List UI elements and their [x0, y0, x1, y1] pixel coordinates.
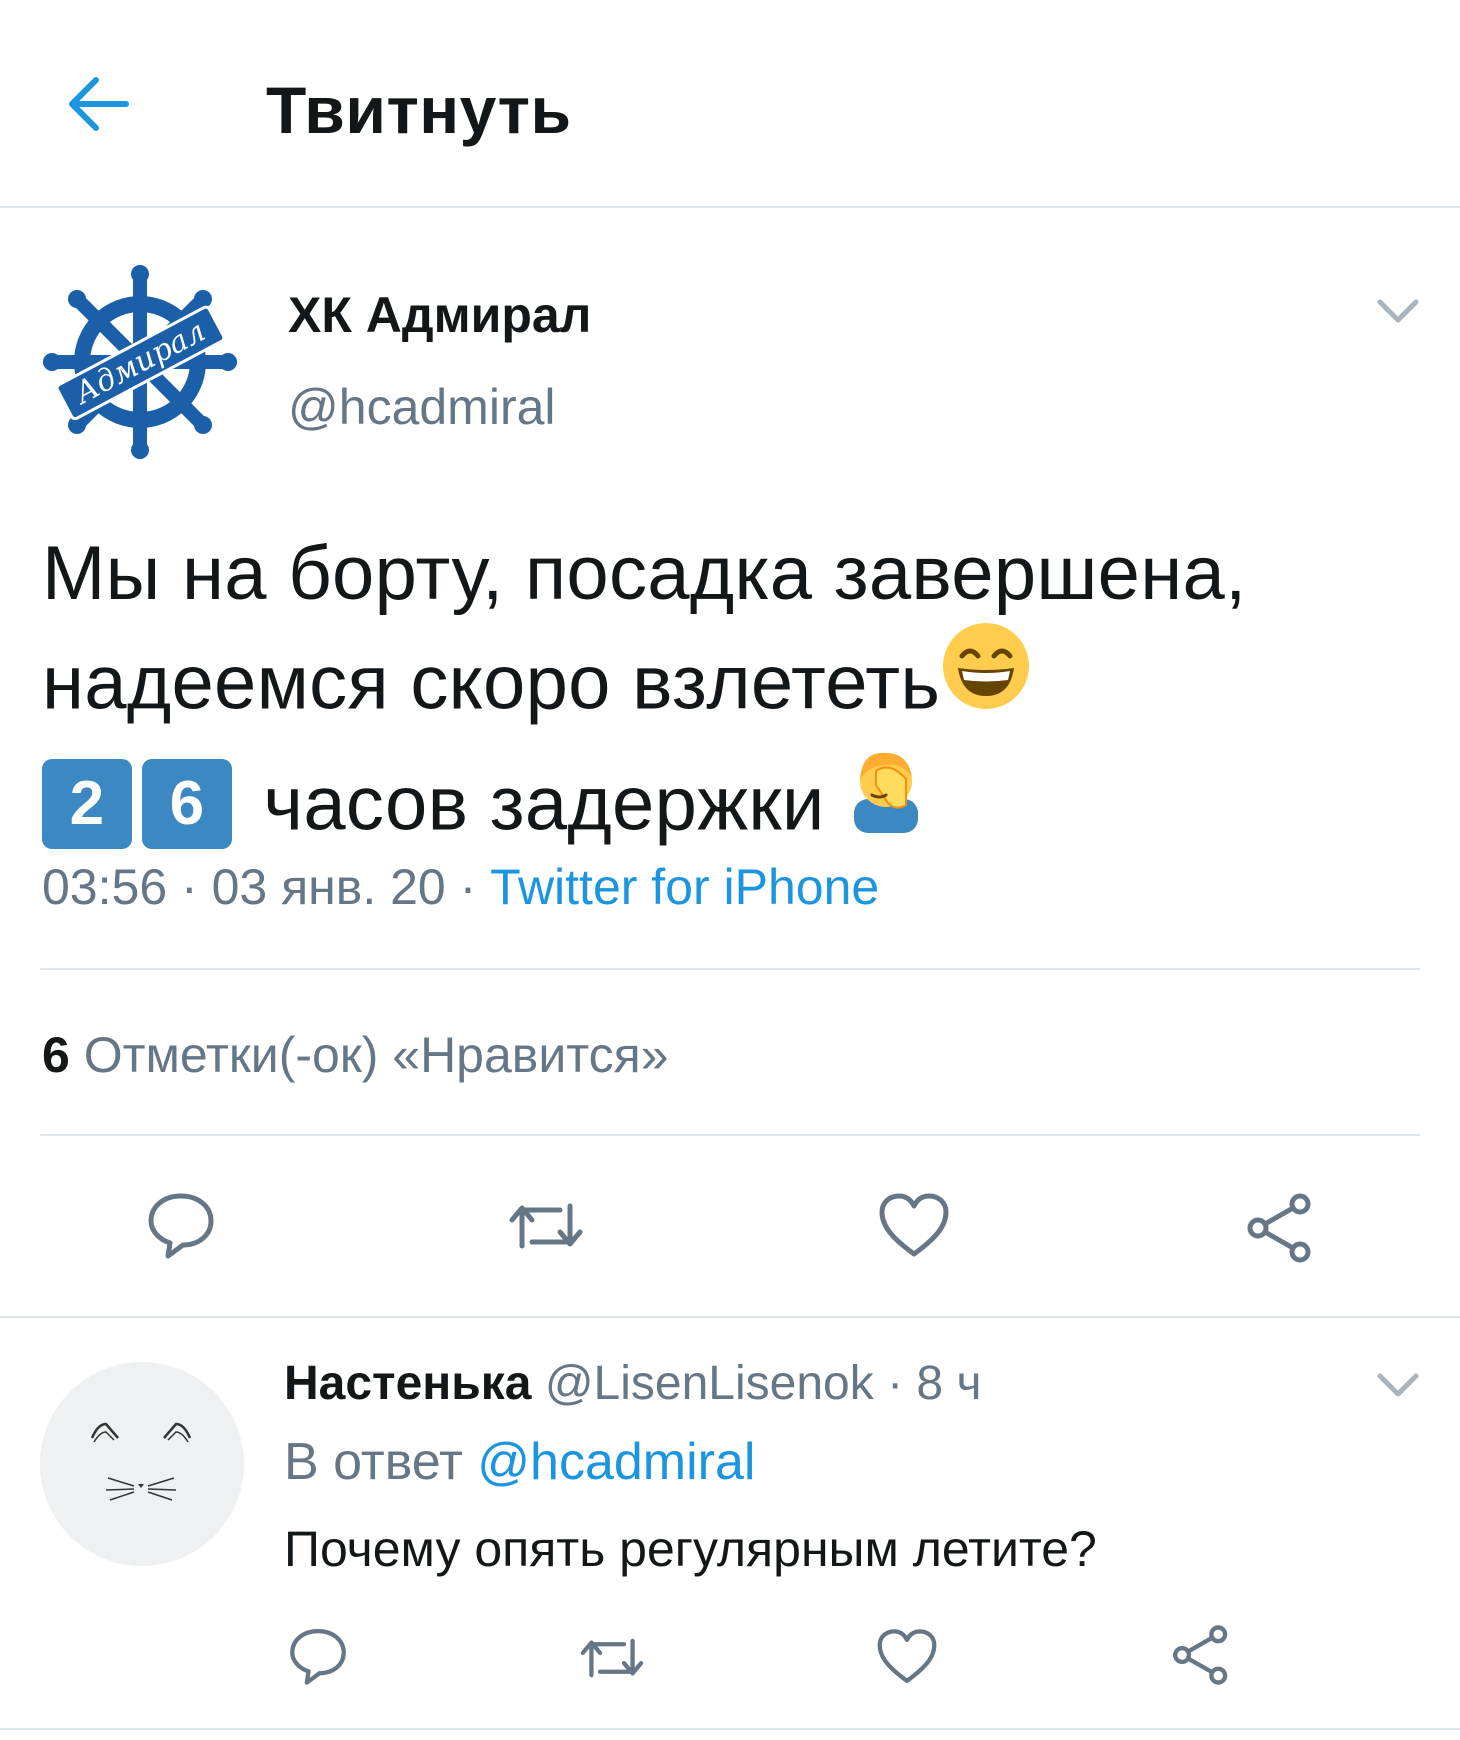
reply-author-name[interactable]: Настенька — [284, 1357, 531, 1410]
admiral-logo: Адмирал — [43, 265, 237, 459]
reply-header: Настенька @LisenLisenok · 8 ч — [284, 1357, 982, 1410]
avatar[interactable] — [40, 1362, 244, 1566]
tweet-text: Мы на борту, посадка завершена, надеемся… — [42, 520, 1246, 870]
tweet-meta: 03:56 · 03 янв. 20 · Twitter for iPhone — [42, 859, 880, 915]
tweet-date: 03 янв. 20 — [211, 859, 446, 915]
reply-text: Почему опять регулярным летите? — [284, 1521, 1097, 1577]
cat-face-icon — [90, 1422, 192, 1501]
reply-to-link[interactable]: @hcadmiral — [477, 1433, 755, 1491]
arrow-left-icon[interactable] — [68, 76, 130, 132]
top-bar: Твитнуть — [0, 0, 1460, 208]
likes-count: 6 — [42, 1027, 70, 1083]
reply-prefix: В ответ — [284, 1433, 463, 1491]
facepalm-emoji — [846, 741, 926, 862]
tweet-text-line-2-text: надеемся скоро взлететь — [42, 640, 941, 726]
chevron-down-icon[interactable] — [1376, 298, 1420, 326]
likes-label: Отметки(-ок) «Нравится» — [83, 1027, 669, 1083]
tweet-source-link[interactable]: Twitter for iPhone — [490, 859, 879, 915]
divider — [40, 968, 1420, 970]
tweet-time: 03:56 — [42, 859, 168, 915]
tweet-text-line-3-text: часов задержки — [263, 761, 825, 847]
heart-icon[interactable] — [878, 1192, 950, 1260]
grinning-face-emoji — [940, 620, 1032, 741]
chevron-down-icon[interactable] — [1376, 1372, 1420, 1400]
page-title: Твитнуть — [266, 73, 572, 147]
reply-timestamp: 8 ч — [916, 1357, 982, 1410]
speech-bubble-icon[interactable] — [288, 1626, 348, 1686]
heart-icon[interactable] — [876, 1628, 938, 1686]
keycap-2: 2 — [42, 758, 132, 849]
retweet-icon[interactable] — [576, 1632, 648, 1684]
bottom-divider — [0, 1728, 1460, 1730]
tweet-text-line-3: 26 часов задержки — [42, 749, 1246, 870]
header-divider — [0, 206, 1460, 208]
reply-author-handle[interactable]: @LisenLisenok — [545, 1357, 874, 1410]
tweet-text-line-2: надеемся скоро взлететь — [42, 623, 1246, 749]
speech-bubble-icon[interactable] — [146, 1190, 216, 1260]
divider — [40, 1134, 1420, 1136]
reply-context: В ответ @hcadmiral — [284, 1432, 755, 1492]
tweet-text-line-1: Мы на борту, посадка завершена, — [42, 531, 1247, 616]
retweet-icon[interactable] — [504, 1196, 588, 1256]
section-divider — [0, 1316, 1460, 1318]
author-name[interactable]: ХК Адмирал — [288, 286, 591, 344]
share-icon[interactable] — [1244, 1192, 1316, 1264]
author-handle[interactable]: @hcadmiral — [288, 378, 556, 436]
keycap-6: 6 — [142, 758, 232, 849]
likes-summary[interactable]: 6 Отметки(-ок) «Нравится» — [42, 1026, 669, 1084]
avatar[interactable]: Адмирал — [40, 262, 240, 462]
share-icon[interactable] — [1170, 1624, 1232, 1686]
